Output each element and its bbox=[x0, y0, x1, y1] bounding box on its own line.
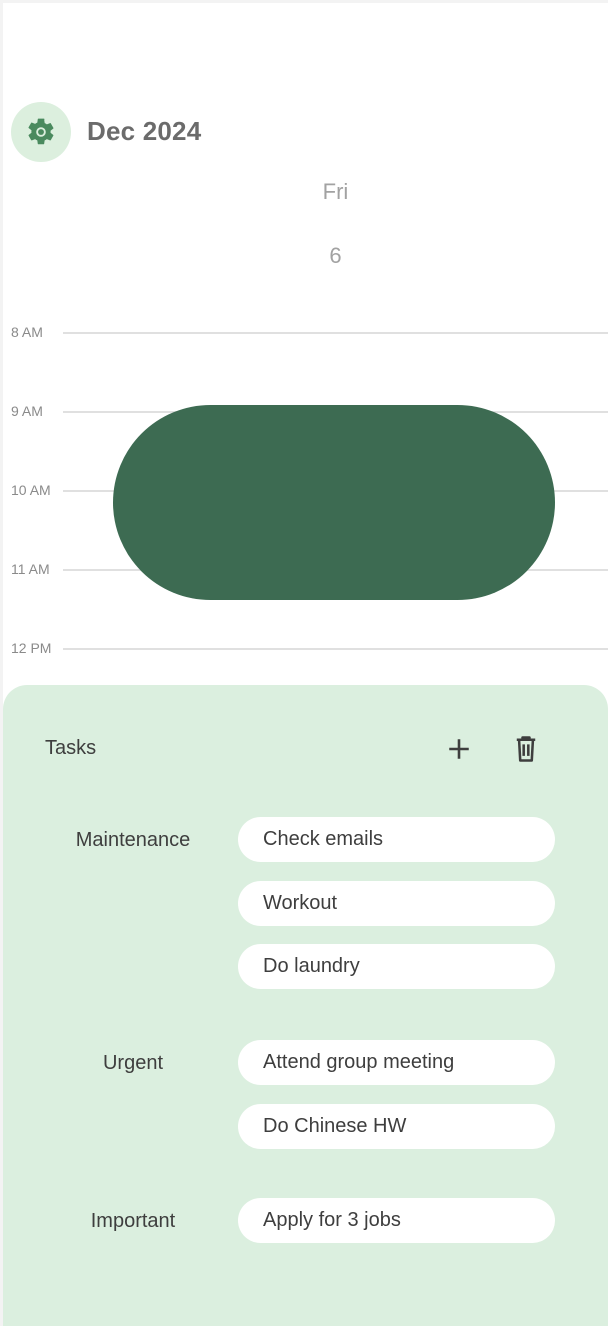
tasks-title: Tasks bbox=[45, 737, 97, 759]
tasks-panel: Tasks Maintenance Check emails Workout D… bbox=[3, 685, 608, 1326]
hour-label: 11 AM bbox=[11, 561, 50, 577]
plus-icon bbox=[449, 739, 469, 759]
settings-button[interactable] bbox=[11, 102, 71, 162]
task-item[interactable]: Do laundry bbox=[238, 944, 555, 989]
hour-label: 8 AM bbox=[11, 324, 43, 340]
day-number: 6 bbox=[329, 243, 342, 268]
hour-divider bbox=[63, 332, 608, 334]
hour-row: 12 PM bbox=[3, 640, 608, 668]
task-item[interactable]: Apply for 3 jobs bbox=[238, 1198, 555, 1243]
category-label-urgent: Urgent bbox=[102, 1052, 164, 1074]
category-label-important: Important bbox=[90, 1210, 176, 1232]
trash-icon bbox=[516, 736, 536, 762]
task-item[interactable]: Workout bbox=[238, 881, 555, 926]
hour-divider bbox=[63, 648, 608, 650]
month-title[interactable]: Dec 2024 bbox=[87, 116, 201, 147]
hour-label: 12 PM bbox=[11, 640, 52, 656]
delete-task-button[interactable] bbox=[506, 729, 546, 769]
hour-label: 10 AM bbox=[11, 482, 51, 498]
task-item[interactable]: Attend group meeting bbox=[238, 1040, 555, 1085]
hour-row: 8 AM bbox=[3, 324, 608, 352]
calendar-event[interactable] bbox=[113, 405, 555, 600]
task-item[interactable]: Check emails bbox=[238, 817, 555, 862]
day-name: Fri bbox=[322, 179, 349, 204]
gear-icon bbox=[28, 118, 54, 145]
category-label-maintenance: Maintenance bbox=[75, 829, 191, 851]
add-task-button[interactable] bbox=[439, 729, 479, 769]
task-item[interactable]: Do Chinese HW bbox=[238, 1104, 555, 1149]
app-screen: Dec 2024 Fri 6 8 AM 9 AM 10 AM 11 AM 12 … bbox=[3, 3, 608, 1326]
hour-label: 9 AM bbox=[11, 403, 43, 419]
